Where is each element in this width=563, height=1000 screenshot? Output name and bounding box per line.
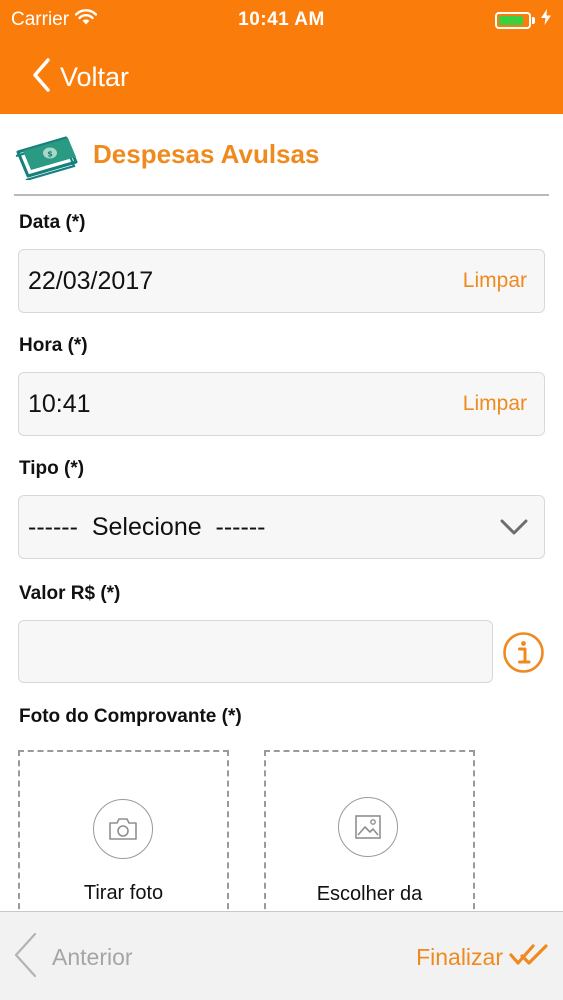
amount-input[interactable]: [18, 620, 493, 683]
svg-text:$: $: [47, 150, 53, 159]
chevron-left-icon: [12, 931, 38, 984]
receipt-photo-label: Foto do Comprovante (*): [19, 706, 242, 727]
type-label: Tipo (*): [19, 458, 85, 479]
charging-bolt-icon: [541, 9, 551, 31]
clear-date-button[interactable]: Limpar: [463, 250, 527, 312]
money-icon: $: [14, 132, 80, 185]
clock: 10:41 AM: [238, 9, 325, 30]
page-header: $ Despesas Avulsas: [14, 130, 549, 196]
chevron-down-icon: [500, 518, 528, 541]
type-select[interactable]: ------ Selecione ------: [18, 495, 545, 559]
finish-button-label: Finalizar: [416, 943, 503, 970]
date-value: 22/03/2017: [28, 267, 154, 295]
time-field[interactable]: 10:41 Limpar: [18, 372, 545, 436]
info-icon[interactable]: [502, 631, 545, 674]
choose-from-gallery-label: Escolher da: [316, 883, 423, 905]
type-selected-value: ------ Selecione ------: [28, 513, 266, 541]
clear-time-button[interactable]: Limpar: [463, 373, 527, 435]
time-value: 10:41: [28, 390, 91, 418]
chevron-left-icon: [32, 57, 50, 97]
image-icon: [338, 797, 398, 857]
previous-button[interactable]: Anterior: [12, 932, 133, 982]
camera-icon: [93, 799, 153, 859]
bottom-bar: Anterior Finalizar: [0, 911, 563, 1000]
previous-button-label: Anterior: [52, 943, 133, 970]
battery-indicator: [495, 9, 551, 31]
battery-icon: [495, 11, 531, 29]
take-photo-label: Tirar foto: [83, 882, 164, 904]
page-title: Despesas Avulsas: [93, 139, 320, 169]
date-label: Data (*): [19, 212, 86, 233]
double-check-icon: [509, 943, 549, 972]
status-bar: Carrier 10:41 AM: [0, 0, 563, 40]
finish-button[interactable]: Finalizar: [416, 932, 549, 982]
date-field[interactable]: 22/03/2017 Limpar: [18, 249, 545, 313]
back-button[interactable]: Voltar: [32, 54, 129, 100]
time-label: Hora (*): [19, 335, 88, 356]
navigation-bar: Voltar: [0, 40, 563, 114]
amount-label: Valor R$ (*): [19, 583, 121, 604]
back-button-label: Voltar: [60, 61, 130, 92]
